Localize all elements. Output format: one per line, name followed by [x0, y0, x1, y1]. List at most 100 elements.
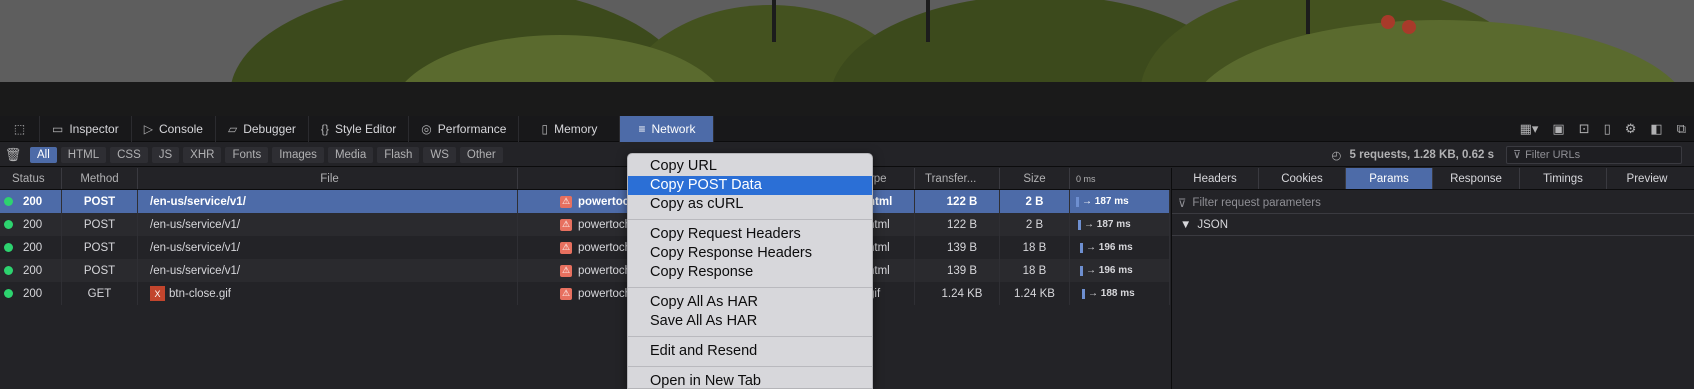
file-cell: Xbtn-close.gif	[138, 282, 518, 305]
network-icon: ≡	[638, 121, 646, 136]
tab-performance[interactable]: ◎ Performance	[409, 115, 520, 142]
devtools-toolbar: ⬚ ▭ Inspector ▷ Console ▱ Debugger {} Style …	[0, 115, 1694, 142]
menu-item-edit-and-resend[interactable]: Edit and Resend	[628, 342, 872, 361]
size-cell: 1.24 KB	[1000, 282, 1070, 305]
responsive-design-icon[interactable]: ▯	[1604, 121, 1611, 137]
column-waterfall[interactable]: 0 ms	[1070, 168, 1170, 189]
status-value: 200	[23, 241, 43, 254]
console-icon: ▷	[143, 121, 153, 136]
waterfall-cell: → 187 ms	[1070, 213, 1170, 236]
menu-item-copy-request-headers[interactable]: Copy Request Headers	[628, 225, 872, 244]
filter-xhr[interactable]: XHR	[183, 146, 222, 163]
tab-label: Network	[651, 121, 696, 136]
filter-urls-placeholder: Filter URLs	[1525, 148, 1581, 161]
tab-label: Inspector	[69, 121, 119, 136]
transferred-cell: 139 B	[915, 259, 1000, 282]
page-viewport	[0, 0, 1694, 82]
column-transferred[interactable]: Transfer...	[915, 168, 1000, 189]
tab-label: Memory	[554, 121, 598, 136]
status-ok-icon	[4, 220, 13, 229]
filter-other[interactable]: Other	[459, 146, 503, 163]
menu-item-save-all-as-har[interactable]: Save All As HAR	[628, 312, 872, 331]
tab-label: Performance	[437, 121, 507, 136]
size-cell: 18 B	[1000, 236, 1070, 259]
column-method[interactable]: Method	[62, 168, 138, 189]
details-tabs: Headers Cookies Params Response Timings …	[1172, 168, 1694, 190]
tab-network[interactable]: ≡ Network	[620, 115, 715, 142]
menu-item-open-in-new-tab[interactable]: Open in New Tab	[628, 372, 872, 389]
status-cell: 200	[0, 236, 62, 259]
screenshot-icon[interactable]: ⊡	[1579, 121, 1590, 137]
filter-css[interactable]: CSS	[110, 146, 148, 163]
filter-flash[interactable]: Flash	[377, 146, 420, 163]
requests-table: Status Method File D ype Transfer... Siz…	[0, 168, 1170, 389]
menu-item-copy-response-headers[interactable]: Copy Response Headers	[628, 244, 872, 263]
toolbar-right-tools: ▦▾ ▣ ⊡ ▯ ⚙ ◧ ⧉	[1520, 121, 1694, 137]
status-cell: 200	[0, 213, 62, 236]
filter-html[interactable]: HTML	[60, 146, 107, 163]
tab-params[interactable]: Params	[1346, 168, 1433, 189]
table-row[interactable]: 200 POST /en-us/service/v1/ ⚠ powertochoo…	[0, 259, 1170, 282]
filter-ws[interactable]: WS	[423, 146, 456, 163]
column-file[interactable]: File	[138, 168, 518, 189]
clear-trash-icon[interactable]: 🗑	[0, 147, 26, 163]
tab-memory[interactable]: ▯ Memory	[519, 115, 621, 142]
tab-response[interactable]: Response	[1433, 168, 1520, 189]
tab-inspector[interactable]: ▭ Inspector	[40, 115, 132, 142]
column-size[interactable]: Size	[1000, 168, 1070, 189]
undock-window-icon[interactable]: ⧉	[1677, 121, 1686, 137]
element-picker-button[interactable]: ⬚	[0, 115, 40, 142]
status-ok-icon	[4, 266, 13, 275]
tab-style-editor[interactable]: {} Style Editor	[309, 115, 410, 142]
file-cell: /en-us/service/v1/	[138, 190, 518, 213]
file-value: btn-close.gif	[169, 287, 232, 300]
filter-fonts[interactable]: Fonts	[225, 146, 269, 163]
menu-item-copy-url[interactable]: Copy URL	[628, 157, 872, 176]
tab-headers[interactable]: Headers	[1172, 168, 1259, 189]
table-row[interactable]: 200 GET Xbtn-close.gif ⚠ powertochoose.c …	[0, 282, 1170, 305]
filter-params-input[interactable]: ⊽ Filter request parameters	[1172, 192, 1694, 214]
filter-all[interactable]: All	[30, 146, 57, 163]
settings-gear-icon[interactable]: ⚙	[1625, 121, 1637, 137]
menu-item-copy-all-as-har[interactable]: Copy All As HAR	[628, 293, 872, 312]
status-ok-icon	[4, 289, 13, 298]
page-bottom-strip	[0, 82, 1694, 116]
filter-media[interactable]: Media	[327, 146, 374, 163]
menu-item-copy-response[interactable]: Copy Response	[628, 263, 872, 282]
table-row[interactable]: 200 POST /en-us/service/v1/ ⚠ powertochoo…	[0, 190, 1170, 213]
table-row[interactable]: 200 POST /en-us/service/v1/ ⚠ powertochoo…	[0, 236, 1170, 259]
split-console-icon[interactable]: ▣	[1552, 121, 1564, 137]
status-ok-icon	[4, 197, 13, 206]
timing-bar	[1082, 288, 1085, 299]
json-tree-node[interactable]: ▼ JSON	[1172, 214, 1694, 236]
menu-item-copy-post-data[interactable]: Copy POST Data	[628, 176, 872, 195]
insecure-lock-icon: ⚠	[560, 195, 572, 208]
performance-icon: ◎	[421, 121, 432, 136]
tab-preview[interactable]: Preview	[1607, 168, 1687, 189]
filter-js[interactable]: JS	[151, 146, 180, 163]
requests-header: Status Method File D ype Transfer... Siz…	[0, 168, 1170, 190]
file-cell: /en-us/service/v1/	[138, 259, 518, 282]
table-row[interactable]: 200 POST /en-us/service/v1/ ⚠ powertochoo…	[0, 213, 1170, 236]
column-type[interactable]: ype	[868, 168, 915, 189]
size-cell: 18 B	[1000, 259, 1070, 282]
filter-urls-input[interactable]: ⊽ Filter URLs	[1506, 145, 1682, 164]
filter-images[interactable]: Images	[272, 146, 324, 163]
tab-cookies[interactable]: Cookies	[1259, 168, 1346, 189]
file-cell: /en-us/service/v1/	[138, 236, 518, 259]
tab-timings[interactable]: Timings	[1520, 168, 1607, 189]
performance-analysis-icon[interactable]: ◴	[1331, 148, 1341, 162]
tab-debugger[interactable]: ▱ Debugger	[216, 115, 309, 142]
inspector-icon: ▭	[52, 121, 64, 136]
menu-item-copy-as-curl[interactable]: Copy as cURL	[628, 195, 872, 214]
tab-label: Console	[158, 121, 203, 136]
dock-side-icon[interactable]: ◧	[1650, 121, 1662, 137]
type-cell: html	[868, 259, 915, 282]
waterfall-cell: → 188 ms	[1070, 282, 1170, 305]
timing-label: → 187 ms	[1082, 196, 1129, 207]
column-status[interactable]: Status	[0, 168, 62, 189]
tab-console[interactable]: ▷ Console	[132, 115, 216, 142]
status-ok-icon	[4, 243, 13, 252]
frame-select-icon[interactable]: ▦▾	[1520, 121, 1539, 137]
request-summary: ◴ 5 requests, 1.28 KB, 0.62 s	[1331, 148, 1494, 162]
